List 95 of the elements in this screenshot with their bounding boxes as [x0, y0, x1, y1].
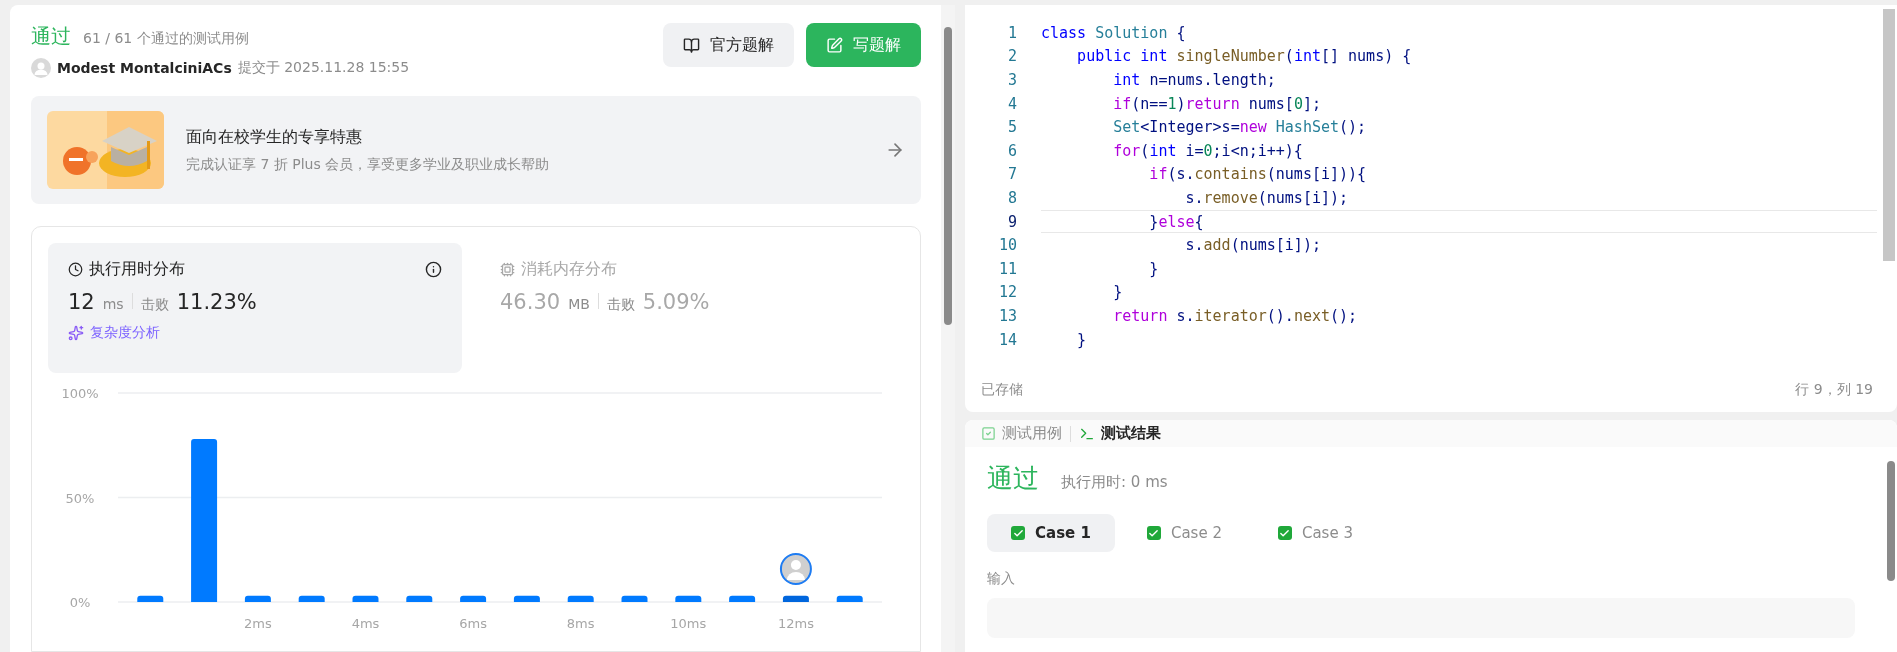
bar[interactable] — [406, 595, 433, 602]
bar[interactable] — [836, 595, 863, 602]
checkbox-icon — [981, 426, 996, 441]
line-number: 5 — [1006, 118, 1017, 137]
line-number: 3 — [1006, 71, 1017, 89]
code-line: }else{ — [1041, 209, 1877, 234]
bar[interactable] — [675, 595, 702, 602]
code-line: } — [1076, 329, 1088, 351]
line-number: 2 — [1006, 47, 1017, 66]
beats-value: 11.23% — [176, 290, 257, 314]
code-line: } — [1148, 258, 1160, 280]
scrollbar-thumb[interactable] — [944, 27, 952, 325]
sparkle-icon — [68, 325, 84, 341]
bar[interactable] — [244, 595, 271, 602]
line-number: 8 — [1006, 188, 1017, 207]
test-summary: 61 / 61 个通过的测试用例 — [83, 30, 249, 48]
stat-unit: ms — [102, 296, 124, 312]
line-number: 1 — [1006, 23, 1017, 42]
x-tick-label: 8ms — [566, 616, 595, 631]
case-tab[interactable]: Case 3 — [1253, 514, 1377, 552]
line-number: 9 — [1006, 212, 1017, 231]
bar[interactable] — [729, 595, 756, 602]
book-icon — [683, 36, 700, 54]
code-line: } — [1112, 282, 1124, 304]
result-status: 通过 — [987, 462, 1039, 495]
bar[interactable] — [782, 595, 809, 602]
code-line: class Solution { — [1041, 22, 1187, 44]
beats-label: 击败 — [606, 296, 635, 314]
case-tab[interactable]: Case 1 — [987, 514, 1115, 552]
bar[interactable] — [621, 595, 648, 602]
stat-tab[interactable]: 执行用时分布 12 ms 击败 11.23% 复杂度分析 — [48, 243, 462, 373]
runtime-text: 执行用时: 0 ms — [1061, 473, 1168, 492]
check-icon — [1146, 526, 1161, 540]
code-line: int n=nums.length; — [1112, 70, 1277, 91]
promo-title: 面向在校学生的专享特惠 — [186, 126, 363, 148]
line-number: 10 — [997, 236, 1017, 255]
x-tick-label: 6ms — [459, 616, 487, 631]
cursor-position: 行 9，列 19 — [1795, 381, 1873, 399]
promo-subtitle: 完成认证享 7 折 Plus 会员，享受更多学业及职业成长帮助 — [186, 155, 551, 174]
stat-value: 12 — [68, 290, 95, 314]
check-icon — [1277, 526, 1292, 540]
stat-tab[interactable]: 消耗内存分布 46.30 MB 击败 5.09% — [480, 243, 880, 373]
save-status: 已存储 — [981, 381, 1023, 399]
bar[interactable] — [460, 595, 487, 602]
scrollbar-thumb[interactable] — [1887, 461, 1895, 581]
pen-icon — [826, 36, 843, 54]
bar[interactable] — [513, 595, 540, 602]
line-number: 6 — [1006, 141, 1017, 160]
stat-title: 执行用时分布 — [89, 259, 185, 280]
code-line: s.remove(nums[i]); — [1184, 187, 1350, 209]
x-tick-label: 4ms — [351, 616, 380, 631]
chip-icon — [500, 262, 515, 277]
scrollbar-thumb[interactable] — [1883, 9, 1895, 261]
x-tick-label: 12ms — [777, 616, 814, 631]
y-tick-label: 0% — [69, 595, 91, 610]
x-tick-label: 2ms — [244, 616, 272, 631]
stat-title: 消耗内存分布 — [521, 259, 617, 280]
code-line: public int singleNumber(int[] nums) { — [1076, 46, 1413, 68]
clock-icon — [68, 262, 83, 277]
info-icon[interactable] — [425, 261, 442, 278]
line-number: 7 — [1006, 165, 1017, 184]
code-line: if(n==1)return nums[0]; — [1112, 93, 1322, 115]
bar[interactable] — [352, 595, 379, 602]
code-line: if(s.contains(nums[i])){ — [1148, 164, 1368, 186]
user-avatar-marker — [779, 553, 812, 585]
beats-label: 击败 — [140, 296, 169, 314]
code-line: s.add(nums[i]); — [1184, 235, 1322, 257]
stat-unit: MB — [568, 296, 590, 312]
promo-banner[interactable]: 面向在校学生的专享特惠 完成认证享 7 折 Plus 会员，享受更多学业及职业成长帮助 — [31, 96, 921, 204]
bar[interactable] — [298, 595, 325, 602]
code-line: for(int i=0;i<n;i++){ — [1112, 140, 1304, 162]
stat-value: 46.30 — [500, 290, 561, 314]
line-number: 11 — [997, 259, 1017, 278]
code-line: Set<Integer>s=new HashSet(); — [1112, 117, 1368, 139]
author-name[interactable]: Modest MontalciniACs — [57, 60, 232, 76]
bar[interactable] — [137, 595, 164, 602]
status-label: 通过 — [31, 23, 71, 50]
line-number: 4 — [1006, 94, 1017, 113]
avatar-icon — [31, 58, 51, 78]
beats-value: 5.09% — [642, 290, 710, 314]
line-number: 12 — [997, 283, 1017, 302]
console-tab[interactable]: 测试结果 — [1079, 424, 1161, 443]
submit-time: 提交于 2025.11.28 15:55 — [237, 59, 410, 77]
complexity-link[interactable]: 复杂度分析 — [90, 324, 160, 342]
y-tick-label: 100% — [61, 386, 99, 401]
x-tick-label: 10ms — [670, 616, 707, 631]
code-line: return s.iterator().next(); — [1112, 305, 1359, 327]
line-number: 14 — [997, 330, 1017, 349]
bar[interactable] — [567, 595, 594, 602]
input-label: 输入 — [987, 570, 1016, 588]
check-icon — [1011, 526, 1025, 540]
line-number: 13 — [997, 306, 1017, 325]
official-solution-button[interactable]: 官方题解 — [663, 23, 794, 67]
y-tick-label: 50% — [65, 490, 95, 506]
bar[interactable] — [191, 439, 218, 602]
